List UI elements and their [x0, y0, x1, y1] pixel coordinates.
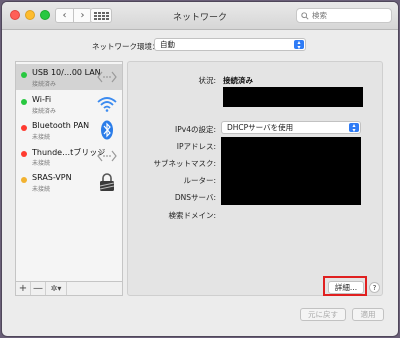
- status-description-redacted: [223, 87, 363, 107]
- status-dot: [21, 72, 27, 78]
- ethernet-icon: [97, 67, 117, 87]
- title-bar: ‹ › ネットワーク: [2, 2, 398, 30]
- service-status: 接続済み: [32, 108, 57, 115]
- gear-icon: ✲▾: [50, 284, 62, 293]
- status-dot: [21, 177, 27, 183]
- add-service-button[interactable]: +: [16, 282, 31, 295]
- service-item-wifi[interactable]: Wi-Fi 接続済み: [16, 91, 122, 117]
- service-name: SRAS-VPN: [32, 173, 72, 182]
- status-dot: [21, 125, 27, 131]
- updown-arrows-icon: ▴ ▾: [294, 39, 304, 50]
- thunderbolt-bridge-icon: [97, 146, 117, 166]
- service-name: Bluetooth PAN: [32, 121, 90, 130]
- service-name: Thunde…tブリッジ: [32, 148, 106, 157]
- dns-server-label: DNSサーバ:: [174, 193, 216, 202]
- service-status: 未接続: [32, 134, 51, 141]
- status-value: 接続済み: [223, 76, 253, 85]
- ip-address-label: IPアドレス:: [176, 142, 216, 151]
- location-label: ネットワーク環境：: [92, 42, 160, 51]
- remove-service-button[interactable]: —: [31, 282, 46, 295]
- apply-button[interactable]: 適用: [352, 308, 384, 321]
- network-values-redacted: [221, 137, 361, 205]
- subnet-mask-label: サブネットマスク:: [153, 159, 216, 168]
- status-dot: [21, 151, 27, 157]
- search-input[interactable]: [312, 11, 382, 20]
- ipv4-config-value: DHCPサーバを使用: [227, 123, 294, 132]
- revert-button[interactable]: 元に戻す: [300, 308, 346, 321]
- network-preferences-window: ‹ › ネットワーク ネットワーク環境： 自動 ▴▾ USB 10/…00 LA…: [2, 2, 398, 336]
- updown-arrows-icon: ▴ ▾: [349, 122, 359, 133]
- search-field[interactable]: [296, 8, 392, 23]
- service-item-bluetooth-pan[interactable]: Bluetooth PAN 未接続: [16, 117, 122, 143]
- wifi-icon: [97, 94, 117, 114]
- service-item-usb-lan[interactable]: USB 10/…00 LAN 接続済み: [16, 64, 122, 90]
- vpn-lock-icon: [97, 172, 117, 192]
- search-icon: [301, 11, 309, 20]
- service-status: 未接続: [32, 160, 51, 167]
- service-detail-pane: 状況: 接続済み IPv4の設定: DHCPサーバを使用 ▴ ▾ IPアドレス: …: [127, 61, 383, 296]
- status-dot: [21, 99, 27, 105]
- service-status: 未接続: [32, 186, 51, 193]
- location-value: 自動: [160, 40, 175, 49]
- highlight-box: [323, 276, 367, 296]
- help-button[interactable]: ?: [369, 282, 380, 293]
- service-list[interactable]: USB 10/…00 LAN 接続済み Wi-Fi 接続済み Bluetooth…: [15, 61, 123, 282]
- service-name: Wi-Fi: [32, 95, 52, 104]
- search-domain-label: 検索ドメイン:: [168, 211, 216, 220]
- router-label: ルーター:: [183, 176, 216, 185]
- ipv4-config-label: IPv4の設定:: [175, 125, 216, 134]
- service-list-controls: + — ✲▾: [15, 282, 123, 296]
- service-item-thunderbolt-bridge[interactable]: Thunde…tブリッジ 未接続: [16, 143, 122, 169]
- gear-menu-button[interactable]: ✲▾: [46, 282, 67, 295]
- status-label: 状況:: [198, 76, 216, 85]
- service-name: USB 10/…00 LAN: [32, 68, 101, 77]
- ipv4-config-select[interactable]: DHCPサーバを使用 ▴ ▾: [221, 121, 361, 134]
- service-item-sras-vpn[interactable]: SRAS-VPN 未接続: [16, 169, 122, 195]
- location-select[interactable]: 自動 ▴ ▾: [154, 38, 306, 51]
- service-status: 接続済み: [32, 81, 57, 88]
- bluetooth-icon: [97, 120, 117, 140]
